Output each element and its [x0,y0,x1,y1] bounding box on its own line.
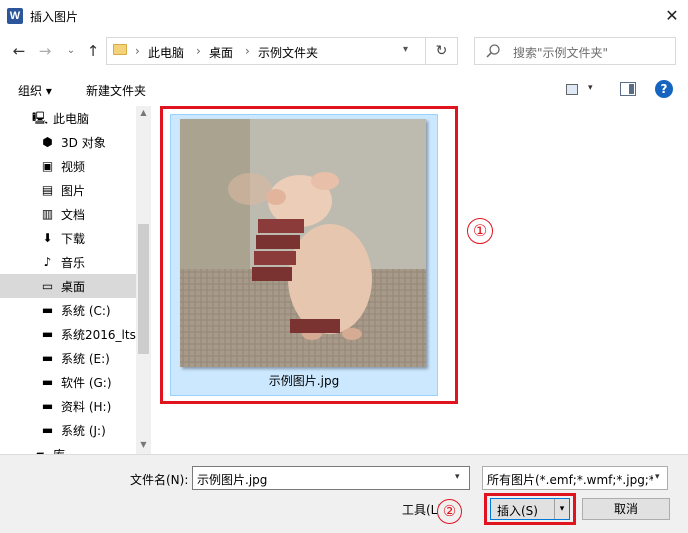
file-name-input[interactable]: 示例图片.jpg ▾ [192,466,470,490]
3d-objects-icon: ⬢ [42,135,53,149]
view-icon [566,84,578,95]
downloads-icon: ⬇ [42,231,53,245]
documents-icon: ▥ [41,207,54,221]
file-name-panel: 文件名(N): 示例图片.jpg ▾ 所有图片(*.emf;*.wmf;*.jp… [0,454,688,533]
music-icon: ♪ [43,255,52,269]
drive-icon: ▬ [41,399,54,413]
sidebar-item-label: 文档 [61,208,86,222]
pictures-icon: ▤ [41,183,54,197]
sidebar-item[interactable]: ▬ 系统 (E:) [0,346,136,370]
annotation-step-marker: ② [437,499,462,524]
navigation-bar: ← → ⌄ ↑ › 此电脑 › 桌面 › 示例文件夹 ▾ ↻ 搜索"示例文件夹" [0,32,688,72]
scroll-thumb[interactable] [138,224,149,354]
file-name-label: 文件名(N): [130,473,189,487]
up-arrow-icon[interactable]: ↑ [82,40,104,62]
address-dropdown-icon[interactable]: ▾ [403,44,408,55]
sidebar-item[interactable]: ▤ 图片 [0,178,136,202]
help-icon[interactable]: ? [655,80,673,98]
navigation-pane: 🖳 此电脑 ⬢ 3D 对象 ▣ 视频 ▤ 图片 ▥ 文档 ⬇ 下载 ♪ 音乐 ▭ 桌面 ▬ 系统 (C:) ▬ 系统2… [0,106,151,456]
search-input[interactable]: 搜索"示例文件夹" [474,37,676,65]
title-bar: W 插入图片 ✕ [0,0,688,32]
sidebar-item[interactable]: ▥ 文档 [0,202,136,226]
annotation-highlight-box [160,106,458,404]
sidebar-item[interactable]: ▬ 资料 (H:) [0,394,136,418]
drive-icon: ▬ [41,375,54,389]
computer-icon: 🖳 [32,111,49,125]
annotation-step-marker: ① [467,218,493,244]
folder-icon [113,44,127,55]
change-view-button[interactable]: ▾ [566,82,606,100]
sidebar-item-label: 桌面 [61,280,86,294]
sidebar-item[interactable]: ▭ 桌面 [0,274,136,298]
sidebar-item-label: 系统 (J:) [61,424,106,438]
sidebar-item-label: 下载 [61,232,86,246]
chevron-down-icon[interactable]: ▾ [455,472,460,482]
recent-locations-chevron-icon[interactable]: ⌄ [60,40,82,62]
breadcrumb-separator: › [135,44,140,58]
sidebar-item-label: 音乐 [61,256,86,270]
cancel-button[interactable]: 取消 [582,498,670,520]
sidebar-item[interactable]: ▬ 系统2016_ltsb [0,322,144,346]
drive-icon: ▬ [41,303,54,317]
annotation-highlight-box [484,493,576,525]
sidebar-item-label: 图片 [61,184,86,198]
command-toolbar: 组织 ▾ 新建文件夹 ▾ ? [0,76,688,104]
close-button[interactable]: ✕ [656,0,688,32]
drive-icon: ▬ [41,351,54,365]
desktop-icon: ▭ [41,279,54,293]
scroll-up-icon[interactable]: ▲ [136,106,151,120]
sidebar-item-label: 视频 [61,160,86,174]
back-arrow-icon[interactable]: ← [8,40,30,62]
drive-icon: ▬ [41,423,54,437]
sidebar-item[interactable]: ▣ 视频 [0,154,136,178]
sidebar-item-label: 软件 (G:) [61,376,112,390]
view-dropdown-icon: ▾ [588,83,593,93]
sidebar-item[interactable]: 🖳 此电脑 [0,106,136,130]
forward-arrow-icon[interactable]: → [34,40,56,62]
file-name-value: 示例图片.jpg [197,473,268,487]
sidebar-item[interactable]: ⬢ 3D 对象 [0,130,136,154]
sidebar-item-label: 系统 (C:) [61,304,111,318]
sidebar-item-label: 此电脑 [53,112,90,126]
preview-pane-icon[interactable] [620,82,636,96]
sidebar-item-label: 系统2016_ltsb [61,328,144,342]
breadcrumb-desktop[interactable]: 桌面 [209,44,233,61]
breadcrumb-separator: › [245,44,250,58]
dialog-title: 插入图片 [30,10,79,24]
sidebar-item[interactable]: ▬ 系统 (C:) [0,298,136,322]
drive-icon: ▬ [41,327,54,341]
chevron-down-icon: ▾ [655,472,660,482]
sidebar-item[interactable]: ▬ 系统 (J:) [0,418,136,442]
file-type-value: 所有图片(*.emf;*.wmf;*.jpg;*.j [487,473,653,487]
search-placeholder: 搜索"示例文件夹" [513,46,609,60]
search-icon [486,44,500,58]
breadcrumb-this-pc[interactable]: 此电脑 [148,44,184,61]
word-app-icon: W [7,8,23,24]
sidebar-item[interactable]: ▬ 软件 (G:) [0,370,136,394]
breadcrumb-separator: › [196,44,201,58]
scroll-down-icon[interactable]: ▼ [136,438,151,452]
sidebar-item[interactable]: ⬇ 下载 [0,226,136,250]
address-bar[interactable]: › 此电脑 › 桌面 › 示例文件夹 ▾ [106,37,426,65]
sidebar-scrollbar[interactable]: ▲ ▼ [136,106,151,456]
sidebar-item[interactable]: ♪ 音乐 [0,250,136,274]
sidebar-item-label: 3D 对象 [61,136,106,150]
breadcrumb-sample-folder[interactable]: 示例文件夹 [258,44,318,61]
new-folder-button[interactable]: 新建文件夹 [86,82,146,99]
organize-button[interactable]: 组织 ▾ [18,82,52,99]
file-type-select[interactable]: 所有图片(*.emf;*.wmf;*.jpg;*.j ▾ [482,466,668,490]
sidebar-item-label: 系统 (E:) [61,352,110,366]
refresh-icon[interactable]: ↻ [426,37,458,65]
video-icon: ▣ [41,159,54,173]
sidebar-item-label: 资料 (H:) [61,400,112,414]
